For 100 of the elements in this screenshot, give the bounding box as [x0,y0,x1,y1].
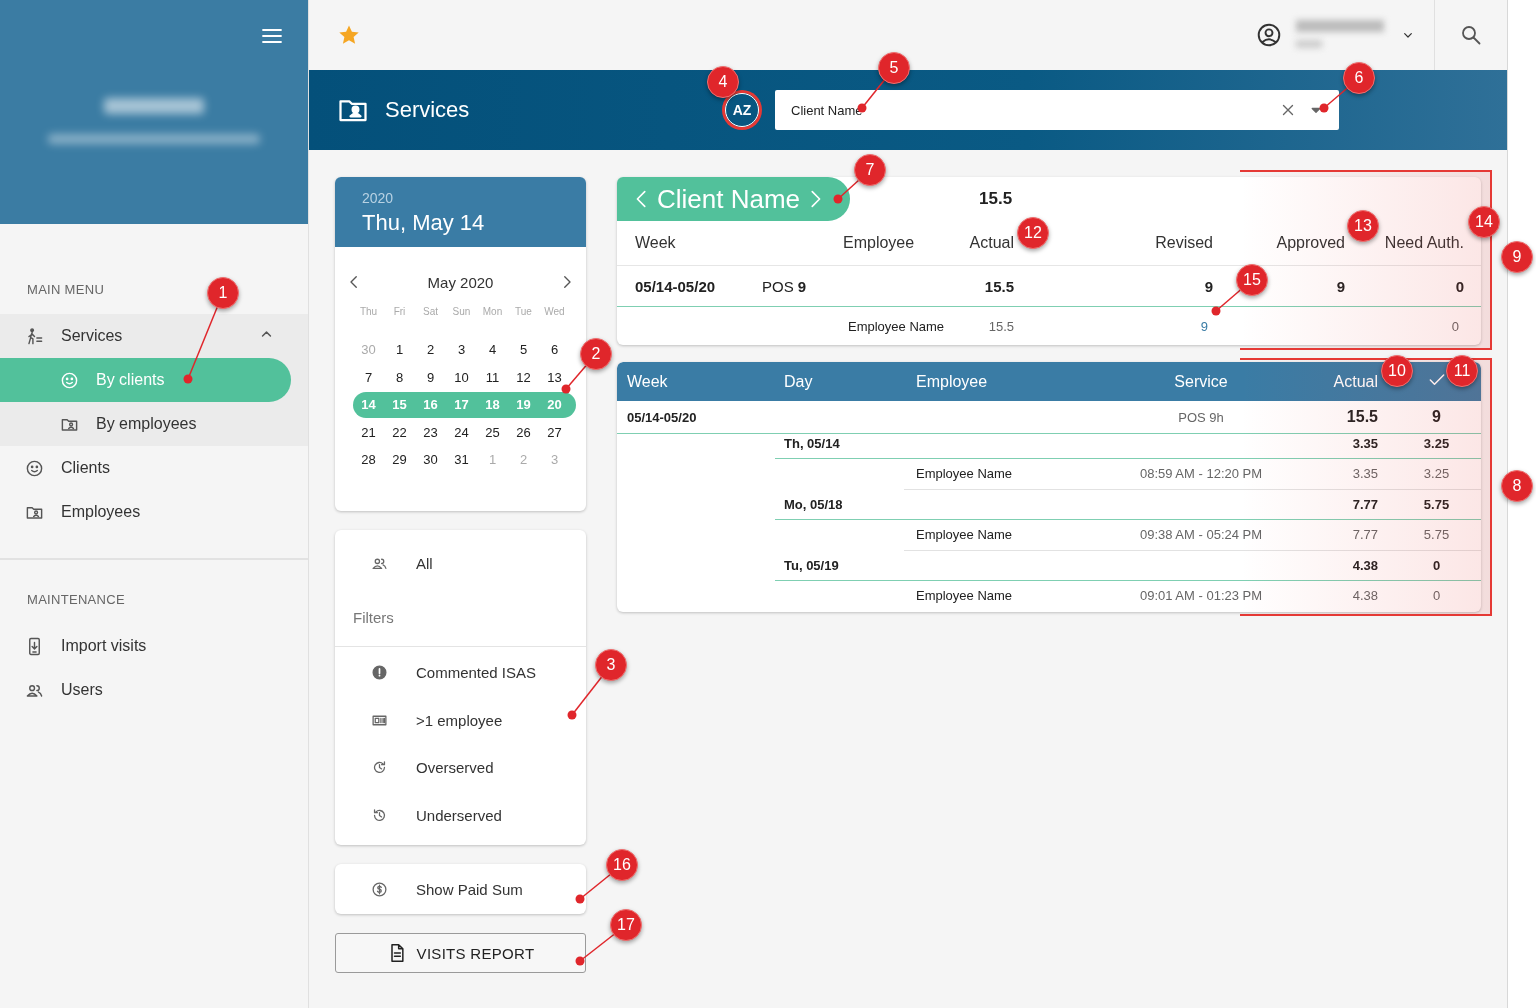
table-cell-text: Th, 05/14 [784,435,841,451]
calendar-day[interactable]: 29 [384,447,415,473]
column-header: Approved [1276,234,1345,252]
table-cell: 5.75 [1423,527,1450,542]
calendar-day[interactable]: 23 [415,419,446,446]
nav-subitem[interactable]: By employees [0,402,291,446]
revised-link[interactable]: 9 [1200,318,1213,334]
weekday-label: Wed [543,305,566,319]
callout-badge: 9 [1501,241,1533,273]
filter-option[interactable]: >1 employee [335,700,586,740]
dollar-circle-icon [371,880,388,898]
calendar-day[interactable]: 12 [508,364,539,391]
calendar-day[interactable]: 26 [508,419,539,446]
nav-item[interactable]: Users [0,668,308,712]
table-cell: 9 [1204,277,1213,295]
walking-person-icon [25,326,44,346]
table-cell: 15.5 [988,318,1014,334]
calendar-day[interactable]: 24 [446,419,477,446]
filter-option[interactable]: Overserved [335,747,586,788]
calendar-day[interactable]: 4 [477,337,508,363]
table-cell-text: Tu, 05/19 [784,557,840,573]
table-cell-text: 05/14-05/20 [627,409,698,425]
calendar-day[interactable]: 30 [415,447,446,473]
table-cell: POS 9h [1178,409,1224,425]
calendar-day[interactable]: 21 [353,419,384,446]
calendar-day[interactable]: 22 [384,419,415,446]
table-cell-text: 05/14-05/20 [635,277,717,295]
calendar-day[interactable]: 8 [384,364,415,391]
table-cell-text: 4.38 [1352,557,1379,573]
weekday-label: Sun [451,305,472,319]
table-cell-text: 0 [1451,318,1460,334]
column-header: Revised [1155,234,1213,252]
filter-option[interactable]: Underserved [335,795,586,835]
table-cell-text: 3.35 [1352,466,1379,481]
calendar-day[interactable]: 6 [539,337,570,363]
history-icon [371,806,388,824]
calendar-day[interactable]: 1 [384,337,415,363]
table-cell: 09:01 AM - 01:23 PM [1139,588,1263,603]
table-cell: 9 [1336,277,1345,295]
month-label: May 2020 [427,273,494,291]
calendar-day[interactable]: 31 [446,447,477,473]
weekday-label: Sat [422,305,439,319]
section-title: MAIN MENU [27,281,105,299]
weekday-label: Thu [358,305,379,319]
table-cell: Employee Name [848,318,943,334]
table-cell-text: 7.77 [1352,527,1379,542]
nav-item[interactable]: Import visits [0,624,308,668]
weekday-label: Fri [392,305,407,319]
table-cell: 15.5 [984,277,1014,295]
table-cell-text: 15.5 [1346,408,1379,426]
calendar-day[interactable]: 10 [446,364,477,391]
user-circle-icon [1256,22,1282,48]
calendar-day[interactable]: 3 [446,337,477,363]
weekday-label: Mon [481,305,504,319]
search-button[interactable] [1459,23,1483,47]
column-header: Actual [969,234,1014,252]
calendar-day[interactable]: 7 [353,364,384,391]
table-cell-text: 7.77 [1352,496,1379,512]
calendar-day[interactable]: 13 [539,364,570,391]
nav-item[interactable]: Services [0,314,308,358]
column-header: Employee [916,372,989,391]
exclamation-icon [371,664,388,681]
calendar-day[interactable]: 9 [415,364,446,391]
table-cell: 0 [1432,588,1441,603]
column-header: Service [1174,372,1228,391]
calendar-day[interactable]: 25 [477,419,508,446]
section-title: MAINTENANCE [27,591,125,609]
column-header: Need Auth. [1384,234,1464,252]
column-header: Week [635,234,677,252]
table-cell: 0 [1432,557,1441,573]
calendar-day[interactable]: 5 [508,337,539,363]
nav-item[interactable]: Clients [0,446,308,490]
calendar-day[interactable]: 2 [415,337,446,363]
table-cell: 3.25 [1423,466,1450,481]
calendar-day[interactable]: 11 [477,364,508,391]
column-header: Actual [1333,372,1379,391]
table-cell-text: Mo, 05/18 [784,496,844,512]
filters-heading: Filters [335,583,586,647]
total-hours: 15.5 [979,189,1013,209]
filter-option[interactable]: Commented ISAS [335,652,586,693]
visits-report-button[interactable]: VISITS REPORT [335,933,586,973]
callout-badge: 8 [1501,470,1533,502]
column-header: Day [784,372,814,391]
table-cell: 09:38 AM - 05:24 PM [1139,527,1263,542]
column-header: Week [627,372,669,391]
column-header: Employee [843,234,916,252]
table-cell: 3.25 [1423,435,1450,451]
calendar-date[interactable]: Thu, May 14 [362,210,586,236]
sort-button[interactable]: AZ [725,93,759,127]
table-cell-text: 4.38 [1352,588,1379,603]
nav-item[interactable]: Employees [0,490,308,534]
page-title: Services [385,97,471,123]
table-cell-text: 3.35 [1352,435,1379,451]
weekday-label: Tue [514,305,533,319]
filter-option[interactable]: All [335,543,586,584]
table-cell: 0 [1455,277,1464,295]
calendar-day[interactable]: 27 [539,419,570,446]
calendar-day[interactable]: 28 [353,447,384,473]
search-icon [1459,23,1483,47]
table-cell-text: Employee Name [916,588,1014,603]
